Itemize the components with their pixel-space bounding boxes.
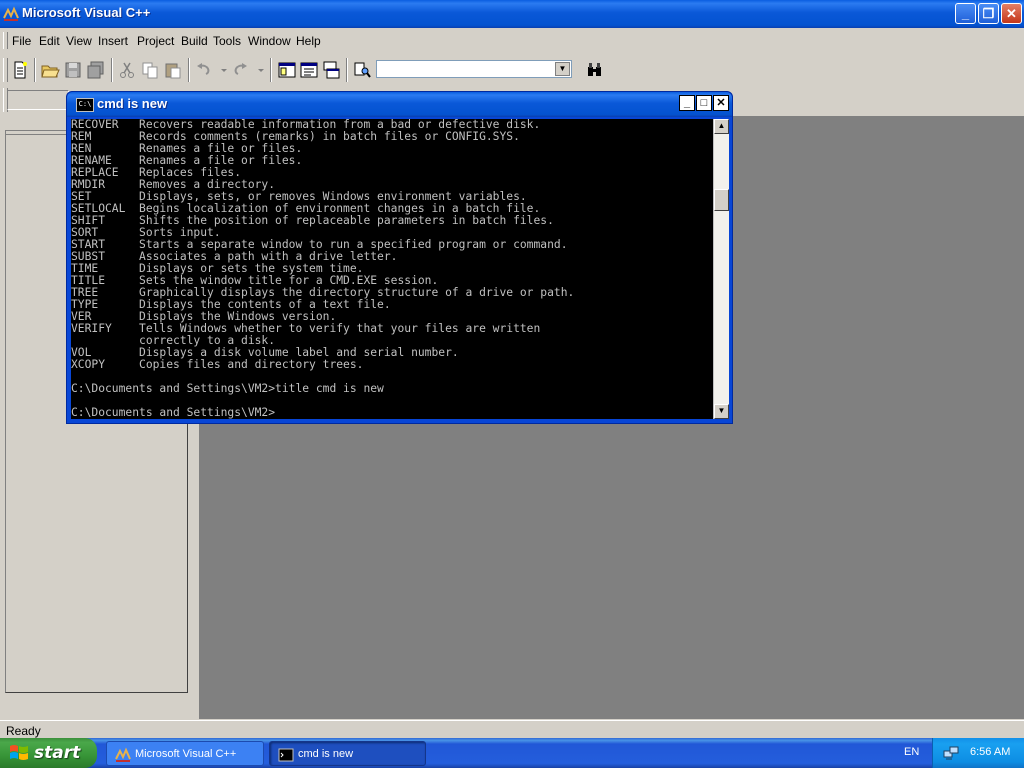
visual-cpp-icon	[115, 747, 131, 762]
menu-tools[interactable]: Tools	[213, 34, 241, 48]
menu-view[interactable]: View	[66, 34, 92, 48]
chevron-down-icon	[258, 69, 264, 72]
taskbar-item-cmd[interactable]: cmd is new	[269, 741, 426, 766]
save-all-icon	[87, 61, 104, 79]
workspace-window-icon	[278, 62, 296, 78]
cmd-close-button[interactable]: ✕	[713, 95, 729, 111]
redo-dropdown-button[interactable]	[251, 60, 264, 80]
save-icon	[65, 62, 81, 78]
new-text-file-button[interactable]	[10, 60, 30, 80]
folder-open-icon	[41, 65, 60, 78]
visual-cpp-app-icon[interactable]	[3, 6, 19, 22]
menu-window[interactable]: Window	[248, 34, 291, 48]
clock[interactable]: 6:56 AM	[970, 746, 1010, 758]
open-button[interactable]	[40, 60, 60, 80]
scroll-thumb[interactable]	[714, 189, 729, 211]
output-button[interactable]	[299, 60, 319, 80]
taskbar-item-label: Microsoft Visual C++	[135, 748, 237, 760]
wizard-class-combo[interactable]	[7, 90, 69, 110]
main-window-title: Microsoft Visual C++	[22, 5, 151, 20]
output-window-icon	[300, 62, 318, 78]
console-line: XCOPY Copies files and directory trees.	[71, 358, 364, 371]
undo-icon	[197, 63, 210, 75]
console-line: C:\Documents and Settings\VM2>	[71, 406, 276, 419]
menu-help[interactable]: Help	[296, 34, 321, 48]
save-button[interactable]	[63, 60, 83, 80]
find-combo-dropdown[interactable]: ▼	[555, 62, 570, 76]
cmd-minimize-button[interactable]: _	[679, 95, 695, 111]
binoculars-icon	[588, 63, 601, 76]
start-label: start	[34, 743, 81, 763]
close-button[interactable]: ✕	[1001, 3, 1022, 24]
save-all-button[interactable]	[86, 60, 106, 80]
find-in-files-button[interactable]	[352, 60, 372, 80]
cmd-window-title: cmd is new	[97, 96, 168, 111]
taskbar: start Microsoft Visual C++ cmd is new EN…	[0, 738, 1024, 768]
status-text: Ready	[6, 724, 41, 738]
toolbar-separator	[270, 58, 272, 82]
cmd-window[interactable]: C:\ cmd is new _ □ ✕ RECOVER Recovers re…	[66, 91, 733, 424]
redo-button[interactable]	[230, 60, 250, 80]
toolbar-grip[interactable]	[3, 58, 8, 82]
find-combo[interactable]: ▼	[376, 60, 572, 78]
windows-logo-icon	[10, 745, 28, 760]
window-list-icon	[323, 61, 340, 79]
menu-edit[interactable]: Edit	[39, 34, 60, 48]
network-icon[interactable]	[943, 745, 959, 761]
undo-button[interactable]	[194, 60, 214, 80]
toolbar-separator	[188, 58, 190, 82]
scissors-icon	[120, 62, 134, 78]
cmd-maximize-button[interactable]: □	[696, 95, 712, 111]
cmd-title-bar[interactable]: C:\ cmd is new _ □ ✕	[67, 92, 732, 117]
menu-bar: File Edit View Insert Project Build Tool…	[0, 29, 1024, 53]
minimize-button[interactable]: _	[955, 3, 976, 24]
cut-button[interactable]	[117, 60, 137, 80]
console-scrollbar[interactable]: ▲ ▼	[713, 119, 729, 419]
copy-button[interactable]	[140, 60, 160, 80]
taskbar-item-label: cmd is new	[298, 748, 354, 760]
undo-dropdown-button[interactable]	[214, 60, 227, 80]
scroll-down-button[interactable]: ▼	[714, 404, 729, 419]
menu-insert[interactable]: Insert	[98, 34, 128, 48]
system-tray: 6:56 AM	[932, 738, 1024, 768]
paste-icon	[165, 63, 181, 79]
redo-icon	[234, 63, 247, 75]
toolbar-separator	[111, 58, 113, 82]
paste-button[interactable]	[163, 60, 183, 80]
menu-bar-grip[interactable]	[3, 32, 8, 49]
start-button[interactable]: start	[0, 738, 97, 768]
menu-file[interactable]: File	[12, 34, 31, 48]
toolbar-separator	[346, 58, 348, 82]
main-title-bar[interactable]: Microsoft Visual C++ _ ❐ ✕	[0, 0, 1024, 28]
language-indicator[interactable]: EN	[904, 746, 919, 758]
new-file-icon	[14, 61, 27, 79]
find-button[interactable]	[585, 60, 605, 80]
copy-icon	[142, 62, 158, 79]
scroll-up-button[interactable]: ▲	[714, 119, 729, 134]
cmd-window-icon[interactable]: C:\	[76, 98, 94, 112]
console-output[interactable]: RECOVER Recovers readable information fr…	[71, 119, 713, 419]
window-list-button[interactable]	[321, 60, 341, 80]
taskbar-item-visual-cpp[interactable]: Microsoft Visual C++	[106, 741, 264, 766]
console-line: C:\Documents and Settings\VM2>title cmd …	[71, 382, 384, 395]
workspace-button[interactable]	[277, 60, 297, 80]
restore-button[interactable]: ❐	[978, 3, 999, 24]
toolbar-separator	[34, 58, 36, 82]
cmd-icon	[278, 748, 294, 762]
find-in-files-icon	[354, 62, 371, 78]
menu-build[interactable]: Build	[181, 34, 208, 48]
menu-project[interactable]: Project	[137, 34, 174, 48]
